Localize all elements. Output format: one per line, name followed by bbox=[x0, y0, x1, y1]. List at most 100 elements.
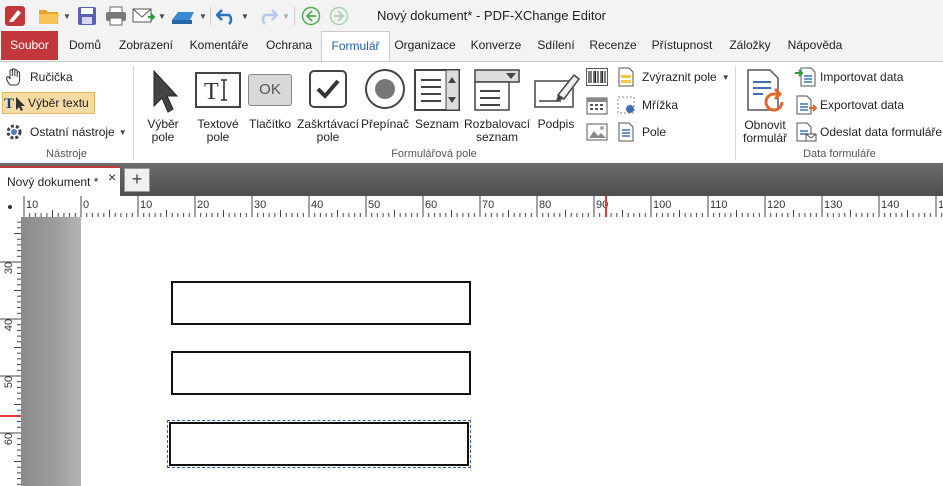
select-field-label-2: pole bbox=[151, 130, 175, 144]
tab-view[interactable]: Zobrazení bbox=[114, 31, 178, 60]
text-field-button[interactable]: T Textové pole bbox=[192, 66, 244, 146]
field-label: Pole bbox=[642, 125, 667, 139]
select-text-tool-button[interactable]: T Výběr textu bbox=[2, 92, 95, 114]
text-field-label-1: Textové bbox=[197, 117, 239, 131]
ruler-label: 100 bbox=[653, 199, 671, 211]
checkbox-field-button[interactable]: Zaškrtávací pole bbox=[296, 66, 360, 146]
export-data-label: Exportovat data bbox=[820, 98, 905, 112]
checkbox-label-1: Zaškrtávací bbox=[296, 117, 359, 131]
cursor-arrow-icon bbox=[153, 69, 178, 113]
highlight-fields-button[interactable]: Zvýraznit pole ▼ bbox=[616, 66, 736, 88]
hand-tool-button[interactable]: Ručička bbox=[4, 66, 124, 88]
dropdown-list-icon bbox=[474, 69, 520, 111]
tab-bookmarks[interactable]: Záložky bbox=[724, 31, 776, 60]
radio-button-icon bbox=[365, 69, 405, 109]
tab-review[interactable]: Recenze bbox=[586, 31, 640, 60]
document-tab[interactable]: Nový dokument * × bbox=[0, 166, 120, 196]
chevron-down-icon: ▼ bbox=[721, 72, 730, 82]
ruler-label: 60 bbox=[3, 433, 15, 445]
other-tools-label: Ostatní nástroje bbox=[30, 125, 115, 139]
select-field-label-1: Výběr bbox=[147, 117, 179, 131]
ruler-label: 120 bbox=[767, 199, 785, 211]
tab-file[interactable]: Soubor bbox=[1, 31, 58, 60]
push-button-button[interactable]: OK Tlačítko bbox=[246, 66, 294, 146]
grid-button[interactable]: Mřížka bbox=[616, 94, 696, 116]
text-form-field-1[interactable] bbox=[171, 281, 471, 325]
other-tools-button[interactable]: Ostatní nástroje ▼ bbox=[4, 121, 132, 143]
ruler-label: 40 bbox=[3, 319, 15, 331]
group-label-tools: Nástroje bbox=[46, 148, 87, 160]
select-text-icon: T bbox=[4, 96, 25, 112]
text-form-field-3-selected[interactable] bbox=[167, 420, 471, 468]
ruler-label: 20 bbox=[197, 199, 209, 211]
grid-label: Mřížka bbox=[642, 98, 678, 112]
ruler-label: 110 bbox=[710, 199, 728, 211]
ruler-label: 150 bbox=[938, 199, 943, 211]
ruler-label: 0 bbox=[83, 199, 89, 211]
submit-form-label: Odeslat data formuláře bbox=[820, 125, 943, 139]
combo-box-label-2: seznam bbox=[475, 130, 519, 144]
tab-organize[interactable]: Organizace bbox=[390, 31, 460, 60]
chevron-down-icon: ▼ bbox=[118, 127, 127, 137]
ruler-label: 50 bbox=[368, 199, 380, 211]
push-button-label: Tlačítko bbox=[248, 117, 291, 131]
checkbox-label-2: pole bbox=[316, 130, 340, 144]
combo-box-label-1: Rozbalovací bbox=[464, 117, 531, 131]
gear-icon bbox=[6, 124, 22, 140]
import-data-button[interactable]: Importovat data bbox=[795, 66, 941, 88]
reset-form-icon bbox=[747, 69, 784, 112]
reset-form-label-1: Obnovit bbox=[744, 118, 786, 132]
field-properties-button[interactable]: Pole bbox=[616, 121, 696, 143]
tab-accessibility[interactable]: Přístupnost bbox=[646, 31, 718, 60]
new-tab-plus-icon[interactable]: + bbox=[124, 168, 150, 192]
tab-home[interactable]: Domů bbox=[62, 31, 108, 60]
highlight-fields-label: Zvýraznit pole bbox=[642, 70, 717, 84]
export-data-button[interactable]: Exportovat data bbox=[795, 94, 941, 116]
svg-text:T: T bbox=[204, 79, 219, 105]
radio-button-field-button[interactable]: Přepínač bbox=[360, 66, 410, 146]
tab-comments[interactable]: Komentáře bbox=[184, 31, 254, 60]
ribbon-separator bbox=[133, 66, 134, 160]
ruler-label: 130 bbox=[824, 199, 842, 211]
group-label-form-fields: Formulářová pole bbox=[391, 148, 477, 160]
tab-protect[interactable]: Ochrana bbox=[260, 31, 318, 60]
tab-form[interactable]: Formulář bbox=[321, 31, 390, 62]
grid-icon bbox=[617, 96, 635, 114]
tab-help[interactable]: Nápověda bbox=[782, 31, 848, 60]
import-data-label: Importovat data bbox=[820, 70, 904, 84]
ruler-label: 80 bbox=[539, 199, 551, 211]
ruler-label: 10 bbox=[140, 199, 152, 211]
text-field-label-2: pole bbox=[206, 130, 230, 144]
document-tab-label: Nový dokument * bbox=[7, 175, 99, 189]
list-box-label: Seznam bbox=[414, 117, 460, 131]
signature-pen-icon bbox=[534, 73, 580, 108]
tab-convert[interactable]: Konverze bbox=[466, 31, 526, 60]
close-icon[interactable]: × bbox=[108, 169, 116, 185]
ruler-label: 60 bbox=[425, 199, 437, 211]
reset-form-button[interactable]: Obnovit formulář bbox=[738, 66, 792, 146]
submit-form-data-button[interactable]: Odeslat data formuláře bbox=[795, 121, 943, 143]
checkbox-icon bbox=[309, 70, 347, 108]
signature-field-button[interactable]: Podpis bbox=[532, 66, 580, 146]
ruler-label: 50 bbox=[3, 376, 15, 388]
ruler-label: 40 bbox=[311, 199, 323, 211]
radio-button-label: Přepínač bbox=[360, 117, 410, 131]
text-field-icon: T bbox=[195, 72, 241, 108]
barcode-field-icon[interactable] bbox=[586, 68, 608, 86]
ok-button-icon: OK bbox=[248, 74, 292, 106]
combo-box-field-button[interactable]: Rozbalovací seznam bbox=[464, 66, 530, 146]
select-field-button[interactable]: Výběr pole bbox=[140, 66, 186, 146]
group-label-form-data: Data formuláře bbox=[803, 148, 876, 160]
export-data-icon bbox=[796, 95, 817, 115]
horizontal-ruler-ticks: 100102030405060708090100110120130140150 bbox=[23, 196, 943, 217]
tab-share[interactable]: Sdílení bbox=[532, 31, 580, 60]
highlight-fields-icon bbox=[618, 67, 634, 87]
ribbon-separator bbox=[735, 66, 736, 160]
ruler-origin-dot[interactable] bbox=[4, 201, 16, 213]
hand-tool-label: Ručička bbox=[30, 70, 73, 84]
date-field-icon[interactable] bbox=[586, 95, 608, 115]
text-form-field-2[interactable] bbox=[171, 351, 471, 395]
image-field-icon[interactable] bbox=[586, 122, 608, 142]
list-box-field-button[interactable]: Seznam bbox=[412, 66, 462, 146]
signature-label: Podpis bbox=[537, 117, 575, 131]
